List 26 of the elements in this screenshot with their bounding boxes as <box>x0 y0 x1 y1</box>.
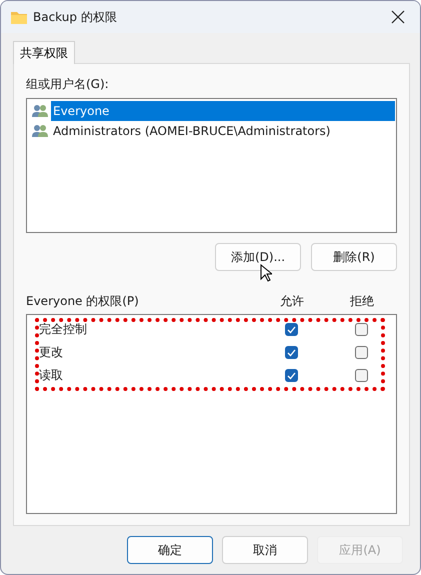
user-item[interactable]: Everyone <box>51 101 395 121</box>
users-icon <box>32 104 48 118</box>
users-icon <box>32 124 48 138</box>
column-header: 允许 <box>279 293 305 310</box>
checkbox[interactable] <box>354 323 368 336</box>
checkbox[interactable] <box>284 369 298 382</box>
permissions-label: Everyone 的权限(P) <box>26 293 140 310</box>
close-icon <box>391 10 405 24</box>
checkbox[interactable] <box>354 346 368 359</box>
checkbox[interactable] <box>354 369 368 382</box>
tab[interactable]: 共享权限 <box>13 41 75 64</box>
user-list[interactable]: Everyone Administrators (AOMEI-BRUCE\Administrators) <box>26 98 397 233</box>
permission-name: 更改 <box>39 344 64 361</box>
action-button[interactable]: 删除(R) <box>311 243 397 271</box>
column-header: 拒绝 <box>349 293 375 310</box>
dialog-button[interactable]: 确定 <box>127 536 213 564</box>
pointer-cursor-icon <box>260 264 272 282</box>
checkbox[interactable] <box>284 346 298 359</box>
permission-name: 读取 <box>39 367 64 384</box>
folder-icon <box>11 10 27 24</box>
dialog-button[interactable]: 取消 <box>222 536 308 564</box>
permission-name: 完全控制 <box>39 321 88 338</box>
user-item[interactable]: Administrators (AOMEI-BRUCE\Administrators) <box>51 121 332 141</box>
window-title: Backup 的权限 <box>33 8 118 26</box>
checkbox[interactable] <box>284 323 298 336</box>
group-label: 组或用户名(G): <box>26 76 110 93</box>
